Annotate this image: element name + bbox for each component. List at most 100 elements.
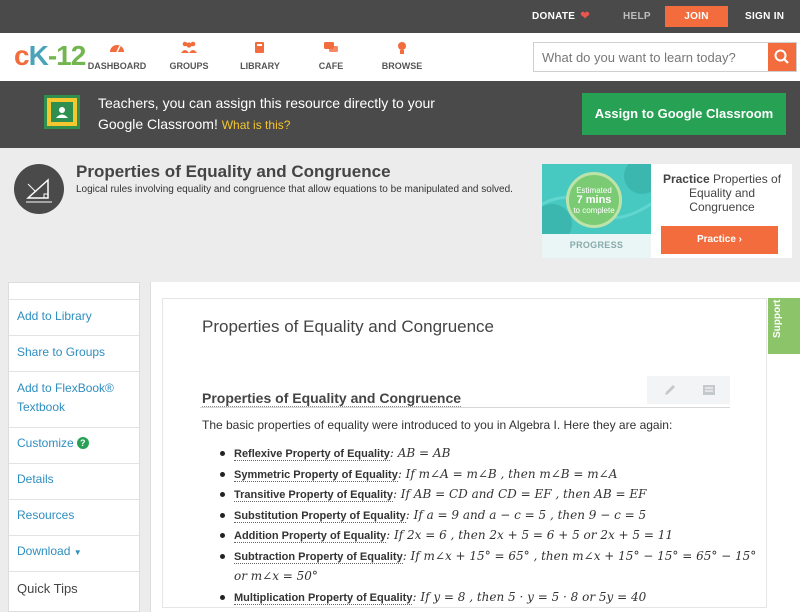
section-title: Properties of Equality and Congruence: [202, 390, 462, 407]
dashboard-icon: [82, 41, 152, 57]
properties-list: Reflexive Property of Equality: AB = AB …: [220, 444, 760, 608]
notes-icon[interactable]: [702, 383, 716, 397]
sidebar-divider: [9, 463, 139, 464]
property-statement: : AB = AB: [389, 446, 451, 460]
what-is-this-link[interactable]: What is this?: [222, 118, 291, 132]
logo-k: K: [28, 40, 49, 71]
sidebar-divider: [9, 335, 139, 336]
lesson-icon: [14, 164, 64, 214]
top-bar: DONATE ❤ HELP JOIN SIGN IN: [0, 0, 800, 33]
list-item: Reflexive Property of Equality: AB = AB: [220, 444, 760, 465]
nav-groups[interactable]: GROUPS: [154, 41, 224, 71]
support-label: Support: [772, 299, 783, 338]
sidebar-divider: [9, 499, 139, 500]
donate-link[interactable]: DONATE ❤: [532, 0, 590, 33]
sign-in-link[interactable]: SIGN IN: [745, 0, 784, 33]
practice-progress-panel: Estimated 7 mins to complete PROGRESS: [542, 164, 651, 258]
search-box: [533, 42, 797, 72]
property-name[interactable]: Multiplication Property of Equality: [234, 591, 413, 605]
heart-icon: ❤: [580, 10, 590, 22]
add-to-flexbook-link[interactable]: Add to FlexBook® Textbook: [17, 379, 127, 417]
chevron-right-icon: ›: [738, 234, 743, 245]
sidebar-divider: [9, 427, 139, 428]
section-tools: [647, 376, 730, 404]
practice-card: Estimated 7 mins to complete PROGRESS Pr…: [542, 164, 792, 258]
property-statement: : If y = 8 , then 5 · y = 5 · 8 or 5y = …: [412, 589, 647, 604]
support-tab[interactable]: Support: [768, 298, 800, 354]
help-icon[interactable]: ?: [76, 437, 89, 449]
sidebar-divider: [9, 571, 139, 572]
section-rule: [200, 407, 730, 408]
list-item: Subtraction Property of Equality: If m∠x…: [220, 547, 760, 588]
property-name[interactable]: Subtraction Property of Equality: [234, 550, 403, 564]
donate-label: DONATE: [532, 11, 576, 22]
join-button[interactable]: JOIN: [665, 6, 728, 27]
share-to-groups-link[interactable]: Share to Groups: [17, 343, 105, 362]
list-item: Multiplication Property of Equality: If …: [220, 588, 760, 609]
nav-dashboard-label: DASHBOARD: [87, 61, 147, 71]
logo-12: -12: [47, 40, 86, 71]
property-name[interactable]: Substitution Property of Equality: [234, 509, 406, 523]
classroom-message: Teachers, you can assign this resource d…: [98, 93, 458, 136]
practice-button[interactable]: Practice ›: [661, 226, 778, 254]
list-item: Transitive Property of Equality: If AB =…: [220, 485, 760, 506]
ck12-logo[interactable]: cK-12: [14, 40, 86, 71]
help-link[interactable]: HELP: [623, 0, 651, 33]
sidebar-divider: [9, 371, 139, 372]
list-item: Symmetric Property of Equality: If m∠A =…: [220, 465, 760, 486]
sidebar: Add to Library Share to Groups Add to Fl…: [8, 282, 140, 612]
practice-label: Practice: [662, 172, 710, 186]
search-button[interactable]: [768, 43, 796, 71]
sidebar-divider: [9, 299, 139, 300]
logo-c: c: [14, 40, 30, 71]
lesson-description: Logical rules involving equality and con…: [76, 184, 513, 195]
nav-cafe[interactable]: CAFE: [296, 41, 366, 71]
resources-link[interactable]: Resources: [17, 506, 74, 525]
property-name[interactable]: Addition Property of Equality: [234, 530, 387, 543]
quick-tips-heading: Quick Tips: [17, 581, 78, 596]
practice-illustration: Estimated 7 mins to complete: [542, 164, 651, 234]
download-link[interactable]: Download ▼: [17, 542, 82, 562]
to-complete-label: to complete: [573, 206, 615, 215]
search-input[interactable]: [534, 43, 768, 71]
customize-link[interactable]: Customize?: [17, 434, 89, 453]
assign-google-classroom-button[interactable]: Assign to Google Classroom: [582, 93, 786, 135]
property-name[interactable]: Reflexive Property of Equality: [234, 448, 390, 461]
nav-groups-label: GROUPS: [169, 61, 209, 71]
practice-button-label: Practice: [696, 234, 736, 245]
sidebar-divider: [9, 535, 139, 536]
property-statement: : If m∠A = m∠B , then m∠B = m∠A: [397, 466, 618, 481]
progress-label: PROGRESS: [569, 240, 624, 250]
property-statement: : If AB = CD and CD = EF , then AB = EF: [392, 487, 647, 501]
nav-browse-label: BROWSE: [381, 61, 423, 71]
property-statement: : If a = 9 and a − c = 5 , then 9 − c = …: [405, 507, 647, 522]
add-to-library-link[interactable]: Add to Library: [17, 307, 92, 326]
list-item: Addition Property of Equality: If 2x = 6…: [220, 526, 760, 547]
cafe-icon: [296, 41, 366, 57]
property-statement: : If 2x = 6 , then 2x + 5 = 6 + 5 or 2x …: [386, 528, 674, 542]
details-link[interactable]: Details: [17, 470, 54, 489]
caret-down-icon: ▼: [73, 548, 82, 557]
library-icon: [225, 41, 295, 57]
nav-library-label: LIBRARY: [240, 61, 280, 71]
nav-cafe-label: CAFE: [318, 61, 344, 71]
groups-icon: [154, 41, 224, 57]
browse-icon: [367, 41, 437, 57]
nav-library[interactable]: LIBRARY: [225, 41, 295, 71]
intro-text: The basic properties of equality were in…: [202, 418, 673, 432]
pencil-icon[interactable]: [663, 383, 677, 397]
search-icon: [774, 49, 789, 64]
nav-dashboard[interactable]: DASHBOARD: [82, 41, 152, 71]
google-classroom-banner: Teachers, you can assign this resource d…: [0, 81, 800, 148]
download-label: Download: [17, 544, 71, 558]
customize-label: Customize: [17, 436, 74, 450]
content-title: Properties of Equality and Congruence: [202, 317, 495, 336]
main-nav: cK-12 DASHBOARD GROUPS LIBRARY CAFE BROW…: [0, 33, 800, 81]
property-name[interactable]: Transitive Property of Equality: [234, 489, 393, 502]
nav-browse[interactable]: BROWSE: [367, 41, 437, 71]
estimated-time-badge: Estimated 7 mins to complete: [566, 172, 622, 228]
practice-heading: Practice Properties of Equality and Cong…: [658, 172, 786, 214]
list-item: Substitution Property of Equality: If a …: [220, 506, 760, 527]
google-classroom-icon: [44, 95, 80, 129]
property-name[interactable]: Symmetric Property of Equality: [234, 468, 398, 482]
